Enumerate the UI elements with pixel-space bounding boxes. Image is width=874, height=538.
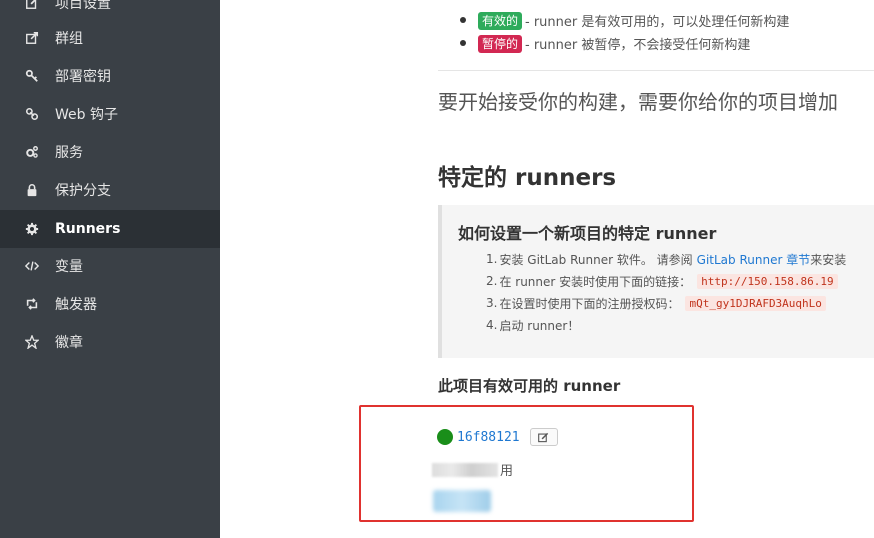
sidebar-item-deploy-keys[interactable]: 部署密钥 <box>0 57 220 95</box>
sidebar-item-label: 项目设置 <box>55 0 111 12</box>
runner-item: 16f88121 <box>437 428 558 446</box>
list-item: 有效的 - runner 是有效可用的，可以处理任何新构建 <box>460 9 789 32</box>
main-content: 有效的 - runner 是有效可用的，可以处理任何新构建 暂停的 - runn… <box>220 0 874 538</box>
section-title: 特定的 runners <box>438 165 617 191</box>
code-icon <box>24 258 40 274</box>
step-text: 在设置时使用下面的注册授权码： <box>499 296 680 311</box>
runner-status-icon <box>437 429 453 445</box>
setup-title: 如何设置一个新项目的特定 runner <box>458 224 717 243</box>
sidebar-item-groups[interactable]: 群组 <box>0 19 220 57</box>
paused-badge: 暂停的 <box>478 34 523 53</box>
redacted-text <box>432 462 498 477</box>
link-icon <box>24 106 40 122</box>
redacted-tag <box>433 490 491 512</box>
runner-status-legend: 有效的 - runner 是有效可用的，可以处理任何新构建 暂停的 - runn… <box>460 9 789 55</box>
gitlab-runner-link[interactable]: GitLab Runner 章节 <box>697 251 811 268</box>
step-text: 在 runner 安装时使用下面的链接： <box>499 274 692 289</box>
step-number: 3. <box>486 296 498 310</box>
available-runners-title: 此项目有效可用的 runner <box>438 377 621 395</box>
paused-description: - runner 被暂停，不会接受任何新构建 <box>525 38 751 53</box>
step-text: 安装 GitLab Runner 软件。 请参阅 <box>499 252 693 267</box>
list-item: 1. 安装 GitLab Runner 软件。 请参阅 GitLab Runne… <box>486 248 846 270</box>
sidebar-item-label: 群组 <box>55 31 83 47</box>
list-item: 2. 在 runner 安装时使用下面的链接： http://150.158.8… <box>486 270 846 292</box>
sidebar-item-triggers[interactable]: 触发器 <box>0 285 220 323</box>
registration-token[interactable]: mQt_gy1DJRAFD3AuqhLo <box>685 295 826 311</box>
sidebar-item-label: 保护分支 <box>55 183 111 199</box>
sidebar-item-variables[interactable]: 变量 <box>0 247 220 285</box>
runner-id-link[interactable]: 16f88121 <box>457 430 520 445</box>
list-item: 暂停的 - runner 被暂停，不会接受任何新构建 <box>460 32 789 55</box>
sidebar: 项目设置 群组 部署密钥 Web 钩子 服务 保护分支 Runners 变量 触… <box>0 0 220 538</box>
star-icon <box>24 334 40 350</box>
active-description: - runner 是有效可用的，可以处理任何新构建 <box>525 15 790 30</box>
edit-icon <box>24 0 40 11</box>
coordinator-url[interactable]: http://150.158.86.19 <box>697 273 838 289</box>
active-badge: 有效的 <box>478 11 523 30</box>
share-icon <box>24 30 40 46</box>
sidebar-item-runners[interactable]: Runners <box>0 210 220 248</box>
setup-steps: 1. 安装 GitLab Runner 软件。 请参阅 GitLab Runne… <box>486 248 846 336</box>
step-number: 2. <box>486 274 498 288</box>
sidebar-item-protected-branches[interactable]: 保护分支 <box>0 171 220 209</box>
sidebar-item-label: Web 钩子 <box>55 107 118 123</box>
intro-text: 要开始接受你的构建，需要你给你的项目增加 <box>438 90 838 114</box>
step-number: 1. <box>486 252 498 266</box>
sidebar-item-badges[interactable]: 徽章 <box>0 323 220 361</box>
sidebar-item-label: Runners <box>55 221 121 237</box>
retweet-icon <box>24 296 40 312</box>
divider <box>438 70 874 71</box>
runner-description: 用 <box>432 460 513 479</box>
bullet-icon <box>460 40 466 46</box>
setup-instructions: 如何设置一个新项目的特定 runner 1. 安装 GitLab Runner … <box>438 205 874 358</box>
runner-description-suffix: 用 <box>500 464 514 479</box>
gear-icon <box>24 221 40 237</box>
list-item: 4. 启动 runner！ <box>486 314 846 336</box>
list-item: 3. 在设置时使用下面的注册授权码： mQt_gy1DJRAFD3AuqhLo <box>486 292 846 314</box>
key-icon <box>24 68 40 84</box>
sidebar-item-label: 服务 <box>55 145 83 161</box>
sidebar-item-label: 部署密钥 <box>55 69 111 85</box>
lock-icon <box>24 182 40 198</box>
step-number: 4. <box>486 318 498 332</box>
sidebar-item-label: 变量 <box>55 259 83 275</box>
highlight-annotation <box>359 405 694 522</box>
cogs-icon <box>24 144 40 160</box>
sidebar-item-label: 徽章 <box>55 335 83 351</box>
sidebar-item-label: 触发器 <box>55 297 97 313</box>
edit-runner-button[interactable] <box>529 428 558 446</box>
step-text: 启动 runner！ <box>499 318 580 333</box>
step-text: 来安装 <box>810 252 847 267</box>
bullet-icon <box>460 17 466 23</box>
edit-icon <box>538 432 549 442</box>
sidebar-item-webhooks[interactable]: Web 钩子 <box>0 95 220 133</box>
sidebar-item-services[interactable]: 服务 <box>0 133 220 171</box>
